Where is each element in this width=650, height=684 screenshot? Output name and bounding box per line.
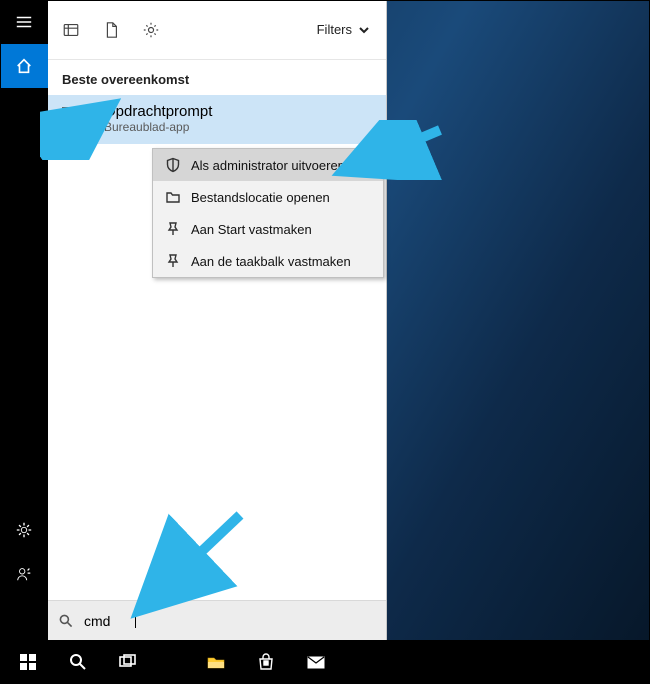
menu-pin-taskbar[interactable]: Aan de taakbalk vastmaken — [153, 245, 383, 277]
cmd-thumb-icon — [62, 107, 94, 131]
feedback-person-icon[interactable] — [0, 552, 48, 596]
taskbar-search-icon[interactable] — [54, 640, 102, 684]
filters-label: Filters — [317, 22, 352, 37]
menu-item-label: Aan de taakbalk vastmaken — [191, 254, 351, 269]
file-explorer-icon[interactable] — [192, 640, 240, 684]
shield-icon — [165, 157, 181, 173]
menu-item-label: Aan Start vastmaken — [191, 222, 312, 237]
settings-gear-icon[interactable] — [0, 508, 48, 552]
task-view-icon[interactable] — [104, 640, 152, 684]
document-icon[interactable] — [102, 21, 120, 39]
section-label: Beste overeenkomst — [48, 60, 386, 95]
pin-icon — [165, 221, 181, 237]
menu-open-location[interactable]: Bestandslocatie openen — [153, 181, 383, 213]
mail-icon[interactable] — [292, 640, 340, 684]
best-match-text: Opdrachtprompt Bureaublad-app — [104, 103, 212, 134]
folder-icon — [165, 189, 181, 205]
context-menu: Als administrator uitvoeren Bestandsloca… — [152, 148, 384, 278]
rail-bottom-gap — [0, 596, 48, 640]
menu-run-admin[interactable]: Als administrator uitvoeren — [153, 149, 383, 181]
search-box — [48, 600, 386, 640]
search-input[interactable] — [84, 609, 376, 633]
apps-icon[interactable] — [62, 21, 80, 39]
chevron-down-icon — [358, 24, 370, 36]
menu-pin-start[interactable]: Aan Start vastmaken — [153, 213, 383, 245]
rail-spacer — [0, 88, 48, 508]
text-caret — [135, 612, 136, 628]
settings-icon[interactable] — [142, 21, 160, 39]
hamburger-icon[interactable] — [0, 0, 48, 44]
search-panel: Filters Beste overeenkomst Opdrachtpromp… — [48, 0, 387, 640]
filters-button[interactable]: Filters — [315, 18, 372, 41]
header-icons — [62, 21, 160, 39]
best-match-title: Opdrachtprompt — [104, 103, 212, 120]
panel-header: Filters — [48, 0, 386, 60]
best-match-subtitle: Bureaublad-app — [104, 120, 212, 134]
menu-item-label: Bestandslocatie openen — [191, 190, 330, 205]
start-button[interactable] — [4, 640, 52, 684]
taskbar — [0, 640, 650, 684]
pin-icon — [165, 253, 181, 269]
menu-item-label: Als administrator uitvoeren — [191, 158, 345, 173]
store-icon[interactable] — [242, 640, 290, 684]
search-icon — [58, 613, 74, 629]
home-icon[interactable] — [0, 44, 48, 88]
best-match-result[interactable]: Opdrachtprompt Bureaublad-app — [48, 95, 386, 144]
cortana-rail — [0, 0, 48, 640]
